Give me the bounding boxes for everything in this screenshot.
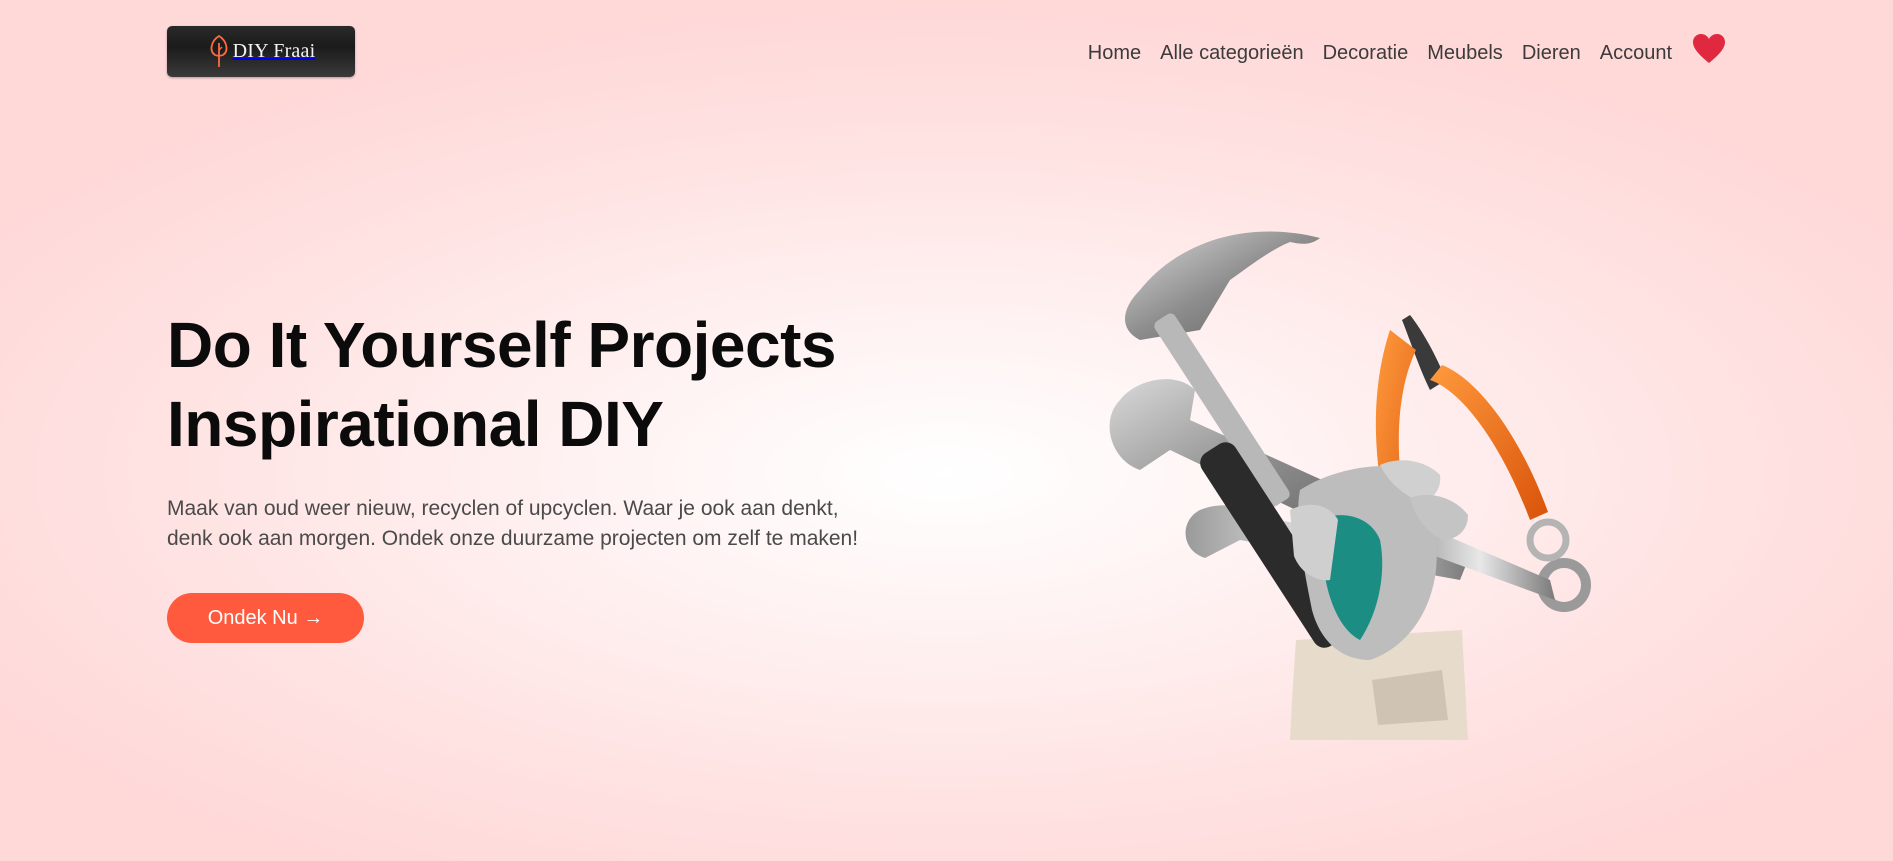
logo[interactable]: DIY Fraai (167, 25, 355, 77)
nav-home[interactable]: Home (1088, 42, 1141, 65)
nav-alle-categorieen[interactable]: Alle categorieën (1160, 42, 1303, 65)
heart-icon[interactable] (1692, 33, 1726, 65)
nav-meubels[interactable]: Meubels (1427, 42, 1503, 65)
tree-icon (207, 33, 231, 69)
hero-title: Do It Yourself Projects Inspirational DI… (167, 306, 836, 464)
discover-now-button[interactable]: Ondek Nu → (167, 593, 364, 643)
hand-holding-tools-illustration (1080, 220, 1600, 740)
top-navigation: DIY Fraai Home Alle categorieën Decorati… (167, 25, 1726, 77)
hero-title-line-1: Do It Yourself Projects (167, 309, 836, 381)
nav-account[interactable]: Account (1600, 42, 1672, 65)
hero-subtitle-line-1: Maak van oud weer nieuw, recyclen of upc… (167, 497, 839, 520)
hero-title-line-2: Inspirational DIY (167, 388, 664, 460)
nav-decoratie[interactable]: Decoratie (1323, 42, 1409, 65)
hero-subtitle-line-2: denk ook aan morgen. Ondek onze duurzame… (167, 527, 859, 550)
hero-subtitle: Maak van oud weer nieuw, recyclen of upc… (167, 494, 927, 554)
main-menu: Home Alle categorieën Decoratie Meubels … (1088, 34, 1726, 65)
nav-dieren[interactable]: Dieren (1522, 42, 1581, 65)
logo-text: DIY Fraai (232, 39, 316, 62)
